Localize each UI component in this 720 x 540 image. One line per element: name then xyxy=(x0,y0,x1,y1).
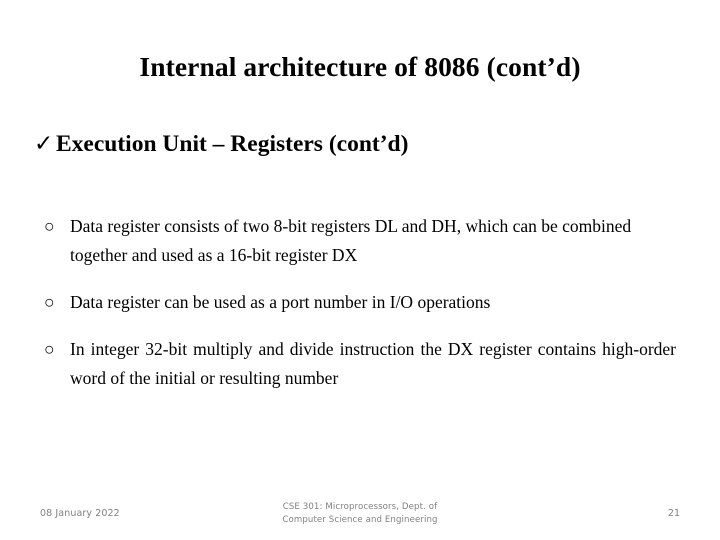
list-item: ○ Data register can be used as a port nu… xyxy=(44,288,676,317)
subtitle-text: Execution Unit – Registers (cont’d) xyxy=(56,131,409,157)
circle-bullet-icon: ○ xyxy=(44,339,55,359)
subtitle-bullet-row: ✓ Execution Unit – Registers (cont’d) xyxy=(34,131,684,158)
footer-page-number: 21 xyxy=(667,508,680,519)
footer-date: 08 January 2022 xyxy=(40,508,120,519)
list-item: ○ In integer 32-bit multiply and divide … xyxy=(44,335,676,393)
page-title: Internal architecture of 8086 (cont’d) xyxy=(139,51,581,82)
list-item-text: Data register consists of two 8-bit regi… xyxy=(70,216,632,265)
footer-course-line-1: CSE 301: Microprocessors, Dept. of xyxy=(282,502,438,512)
list-item-text: In integer 32-bit multiply and divide in… xyxy=(70,339,676,388)
list-item: ○ Data register consists of two 8-bit re… xyxy=(44,212,676,270)
footer-course-line-2: Computer Science and Engineering xyxy=(282,514,438,525)
slide-canvas: Internal architecture of 8086 (cont’d) ✓… xyxy=(0,0,720,540)
circle-bullet-icon: ○ xyxy=(44,216,55,236)
circle-bullet-icon: ○ xyxy=(44,292,55,312)
check-mark-icon: ✓ xyxy=(34,131,54,157)
list-item-text: Data register can be used as a port numb… xyxy=(70,292,491,312)
bullet-list: ○ Data register consists of two 8-bit re… xyxy=(44,212,676,393)
footer-course-info: CSE 301: Microprocessors, Dept. of Compu… xyxy=(230,501,490,526)
slide-footer: 08 January 2022 CSE 301: Microprocessors… xyxy=(0,498,720,538)
